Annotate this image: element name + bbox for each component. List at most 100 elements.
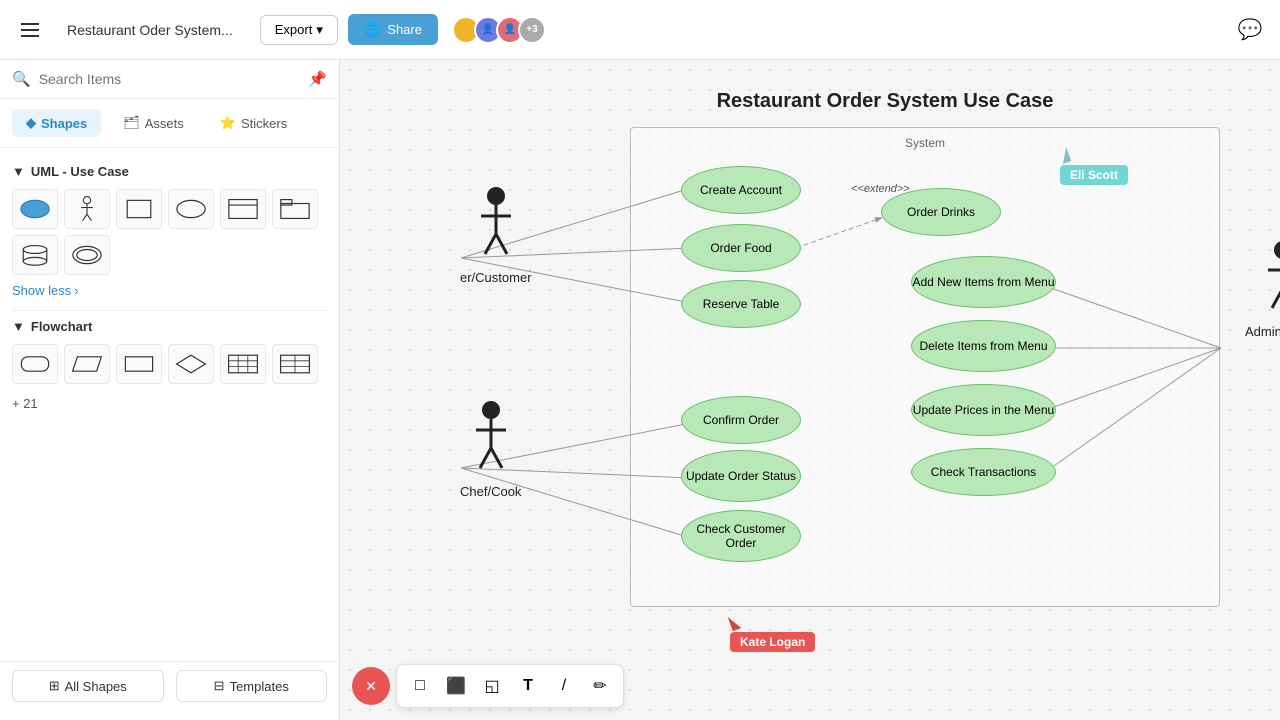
- export-button[interactable]: Export ▾: [260, 15, 338, 45]
- flowchart-collapse-arrow: ▼: [12, 319, 25, 334]
- use-case-order-food[interactable]: Order Food: [681, 224, 801, 272]
- frame-tool-button[interactable]: ⬛: [439, 669, 473, 703]
- use-case-create-account[interactable]: Create Account: [681, 166, 801, 214]
- use-case-confirm-order[interactable]: Confirm Order: [681, 396, 801, 444]
- tab-stickers[interactable]: ⭐ Stickers: [206, 109, 301, 137]
- flowchart-section-label: Flowchart: [31, 319, 92, 334]
- use-case-check-customer-order[interactable]: Check Customer Order: [681, 510, 801, 562]
- tab-shapes[interactable]: ◆ Shapes: [12, 109, 101, 137]
- flowchart-section-header[interactable]: ▼ Flowchart: [12, 319, 327, 334]
- search-icon: 🔍: [12, 70, 31, 88]
- templates-button[interactable]: ⊟ Templates: [176, 670, 328, 702]
- close-icon: ✕: [365, 678, 377, 695]
- ellipse-order-food[interactable]: Order Food: [681, 224, 801, 272]
- actor-customer-label: er/Customer: [460, 270, 532, 285]
- use-case-delete-items[interactable]: Delete Items from Menu: [911, 320, 1056, 372]
- uml-cylinder-shape[interactable]: [12, 235, 58, 275]
- ellipse-create-account[interactable]: Create Account: [681, 166, 801, 214]
- show-less-uml[interactable]: Show less ›: [12, 283, 327, 298]
- assets-tab-label: Assets: [145, 116, 184, 131]
- uml-boundary-shape[interactable]: [220, 189, 266, 229]
- system-boundary: System: [630, 127, 1220, 607]
- search-input[interactable]: [39, 71, 301, 87]
- export-chevron-icon: ▾: [316, 22, 323, 38]
- use-case-update-order-status[interactable]: Update Order Status: [681, 450, 801, 502]
- main-area: 🔍 📌 ◆ Shapes 🗂 Assets ⭐ Stickers ▼: [0, 60, 1280, 720]
- shapes-icon: ◆: [26, 115, 36, 131]
- ellipse-delete-items[interactable]: Delete Items from Menu: [911, 320, 1056, 372]
- ellipse-add-new-items[interactable]: Add New Items from Menu: [911, 256, 1056, 308]
- uml-rect-shape[interactable]: [116, 189, 162, 229]
- sticky-tool-button[interactable]: ◱: [475, 669, 509, 703]
- line-tool-button[interactable]: /: [547, 669, 581, 703]
- all-shapes-button[interactable]: ⊞ All Shapes: [12, 670, 164, 702]
- shapes-tab-label: Shapes: [41, 116, 87, 131]
- canvas-bottom-toolbar: ✕ □ ⬛ ◱ T / ✏: [352, 664, 624, 708]
- fc-rounded-rect[interactable]: [12, 344, 58, 384]
- share-label: Share: [387, 22, 422, 37]
- templates-icon: ⊟: [214, 678, 225, 694]
- all-shapes-label: All Shapes: [65, 679, 127, 694]
- use-case-order-drinks[interactable]: Order Drinks: [881, 188, 1001, 236]
- uml-section-label: UML - Use Case: [31, 164, 129, 179]
- more-shapes-count: + 21: [12, 392, 327, 415]
- uml-ellipse-shape[interactable]: [12, 189, 58, 229]
- stickers-tab-label: Stickers: [241, 116, 287, 131]
- actor-customer: er/Customer: [460, 186, 532, 285]
- search-bar: 🔍 📌: [0, 60, 339, 99]
- chat-button[interactable]: 💬: [1232, 12, 1268, 48]
- rect-tool-button[interactable]: □: [403, 669, 437, 703]
- ellipse-reserve-table[interactable]: Reserve Table: [681, 280, 801, 328]
- collaborators-avatars: 👤 👤 +3: [452, 16, 546, 44]
- use-case-check-transactions[interactable]: Check Transactions: [911, 448, 1056, 496]
- uml-actor-shape[interactable]: [64, 189, 110, 229]
- pin-icon[interactable]: 📌: [308, 70, 327, 88]
- close-button[interactable]: ✕: [352, 667, 390, 705]
- uml-shapes-grid: [12, 189, 327, 275]
- shape-library: ▼ UML - Use Case: [0, 148, 339, 661]
- fc-table1[interactable]: [220, 344, 266, 384]
- doc-title: Restaurant Oder System...: [58, 17, 242, 43]
- ellipse-update-prices[interactable]: Update Prices in the Menu: [911, 384, 1056, 436]
- templates-label: Templates: [230, 679, 289, 694]
- panel-bottom-buttons: ⊞ All Shapes ⊟ Templates: [12, 670, 327, 702]
- uml-collapse-arrow: ▼: [12, 164, 25, 179]
- ellipse-order-drinks[interactable]: Order Drinks: [881, 188, 1001, 236]
- actor-chef-label: Chef/Cook: [460, 484, 521, 499]
- ellipse-update-order-status[interactable]: Update Order Status: [681, 450, 801, 502]
- uml-package-shape[interactable]: [272, 189, 318, 229]
- tab-assets[interactable]: 🗂 Assets: [109, 109, 198, 137]
- menu-button[interactable]: [12, 12, 48, 48]
- uml-double-ellipse-shape[interactable]: [64, 235, 110, 275]
- actor-admin: Administrator: [1245, 240, 1280, 339]
- uml-oval-shape[interactable]: [168, 189, 214, 229]
- fc-parallelogram[interactable]: [64, 344, 110, 384]
- diagram-container: Restaurant Order System Use Case System: [450, 90, 1280, 607]
- system-label: System: [905, 136, 945, 150]
- ellipse-check-customer-order[interactable]: Check Customer Order: [681, 510, 801, 562]
- use-case-add-new-items[interactable]: Add New Items from Menu: [911, 256, 1056, 308]
- actor-admin-label: Administrator: [1245, 324, 1280, 339]
- ellipse-confirm-order[interactable]: Confirm Order: [681, 396, 801, 444]
- use-case-update-prices[interactable]: Update Prices in the Menu: [911, 384, 1056, 436]
- left-panel: 🔍 📌 ◆ Shapes 🗂 Assets ⭐ Stickers ▼: [0, 60, 340, 720]
- share-button[interactable]: 🌐 Share: [348, 14, 438, 45]
- assets-icon: 🗂: [123, 115, 140, 131]
- actor-chef: Chef/Cook: [460, 400, 521, 499]
- text-tool-button[interactable]: T: [511, 669, 545, 703]
- topbar: Restaurant Oder System... Export ▾ 🌐 Sha…: [0, 0, 1280, 60]
- ellipse-check-transactions[interactable]: Check Transactions: [911, 448, 1056, 496]
- shape-tabs: ◆ Shapes 🗂 Assets ⭐ Stickers: [0, 99, 339, 148]
- draw-tool-button[interactable]: ✏: [583, 669, 617, 703]
- uml-section-header[interactable]: ▼ UML - Use Case: [12, 164, 327, 179]
- avatar-count: +3: [518, 16, 546, 44]
- panel-bottom: ⊞ All Shapes ⊟ Templates: [0, 661, 339, 720]
- kate-logan-cursor: Kate Logan: [730, 615, 815, 652]
- kate-logan-label: Kate Logan: [730, 632, 815, 652]
- globe-icon: 🌐: [364, 21, 381, 38]
- fc-table2[interactable]: [272, 344, 318, 384]
- canvas-area[interactable]: Eli Scott Restaurant Order System Use Ca…: [340, 60, 1280, 720]
- fc-diamond[interactable]: [168, 344, 214, 384]
- use-case-reserve-table[interactable]: Reserve Table: [681, 280, 801, 328]
- fc-rect[interactable]: [116, 344, 162, 384]
